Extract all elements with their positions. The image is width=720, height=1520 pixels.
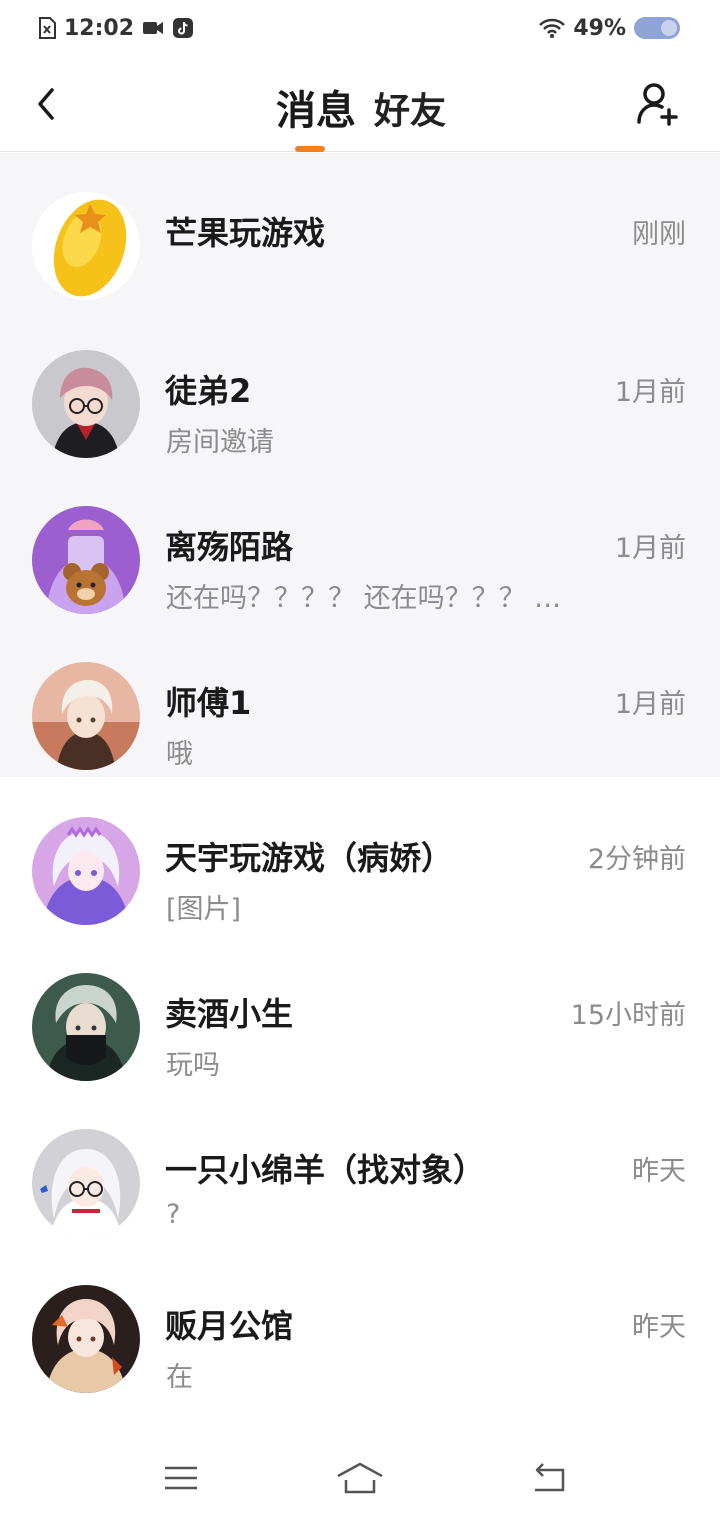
conversation-row[interactable]: 卖酒小生 15小时前 玩吗 [0,933,720,1089]
tab-friends[interactable]: 好友 [374,82,446,134]
conversation-list: 芒果玩游戏 刚刚 徒弟2 1月前 房间邀请 离殇陌路 1月前 还在吗？？？？ 还… [0,153,720,1401]
message-preview: [图片] [166,894,242,925]
wifi-icon [539,18,566,38]
status-right: 49% [539,16,680,41]
message-time: 1月前 [614,377,686,408]
active-tab-indicator [295,146,325,152]
contact-name: 芒果玩游戏 [165,214,326,252]
message-preview: 玩吗 [166,1050,220,1081]
mango-avatar[interactable] [32,192,140,300]
white-hair-boy-avatar[interactable] [32,662,140,770]
contact-name: 贩月公馆 [165,1307,294,1345]
message-time: 1月前 [614,533,686,564]
tiktok-icon [172,17,194,39]
contact-name: 卖酒小生 [165,995,294,1033]
battery-icon [634,17,680,39]
contact-name: 天宇玩游戏（病娇） [165,839,454,877]
message-preview: 房间邀请 [166,427,274,458]
contact-name: 师傅1 [165,684,252,722]
contact-name: 一只小绵羊（找对象） [165,1151,486,1189]
home-icon [337,1462,383,1494]
glasses-boy-avatar[interactable] [32,350,140,458]
contact-name: 徒弟2 [165,372,252,410]
status-time: 12:02 [64,15,135,41]
menu-button[interactable] [161,1458,201,1498]
conversation-row[interactable]: 徒弟2 1月前 房间邀请 [0,310,720,466]
sim-error-icon [38,17,56,39]
status-left: 12:02 [38,16,194,41]
conversation-row[interactable]: 一只小绵羊（找对象） 昨天 ? [0,1089,720,1245]
video-camera-icon [142,20,164,36]
message-time: 昨天 [632,1156,686,1187]
conversation-row[interactable]: 离殇陌路 1月前 还在吗？？？？ 还在吗？？？ … [0,466,720,622]
system-nav-bar [0,1440,720,1520]
tab-bar: 消息 好友 [0,78,720,136]
status-bar: 12:02 49% [0,0,720,56]
message-preview: 在 [166,1362,193,1393]
conversation-row[interactable]: 贩月公馆 昨天 在 [0,1245,720,1401]
masked-ninja-avatar[interactable] [32,973,140,1081]
glasses-girl-avatar[interactable] [32,1129,140,1237]
message-preview: 哦 [166,739,193,770]
add-user-icon [637,83,678,126]
contact-name: 离殇陌路 [165,528,294,566]
conversation-row[interactable]: 芒果玩游戏 刚刚 [0,153,720,310]
message-time: 刚刚 [632,219,686,250]
message-time: 15小时前 [570,1000,686,1031]
conversation-row[interactable]: 天宇玩游戏（病娇） 2分钟前 [图片] [0,777,720,933]
tab-messages[interactable]: 消息 [274,78,356,136]
menu-icon [165,1466,197,1490]
purple-bear-avatar[interactable] [32,506,140,614]
system-back-button[interactable] [529,1458,569,1498]
orange-hair-avatar[interactable] [32,1285,140,1393]
message-time: 昨天 [632,1312,686,1343]
message-preview: 还在吗？？？？ 还在吗？？？ … [166,583,562,614]
battery-percent: 49% [573,15,626,41]
conversation-row[interactable]: 师傅1 1月前 哦 [0,622,720,777]
message-time: 2分钟前 [587,844,686,875]
header: 消息 好友 [0,56,720,152]
pink-anime-girl-avatar[interactable] [32,817,140,925]
message-time: 1月前 [614,689,686,720]
home-button[interactable] [336,1458,384,1498]
message-preview: ? [166,1199,181,1230]
back-icon [535,1463,565,1492]
add-friend-button[interactable] [636,80,680,128]
